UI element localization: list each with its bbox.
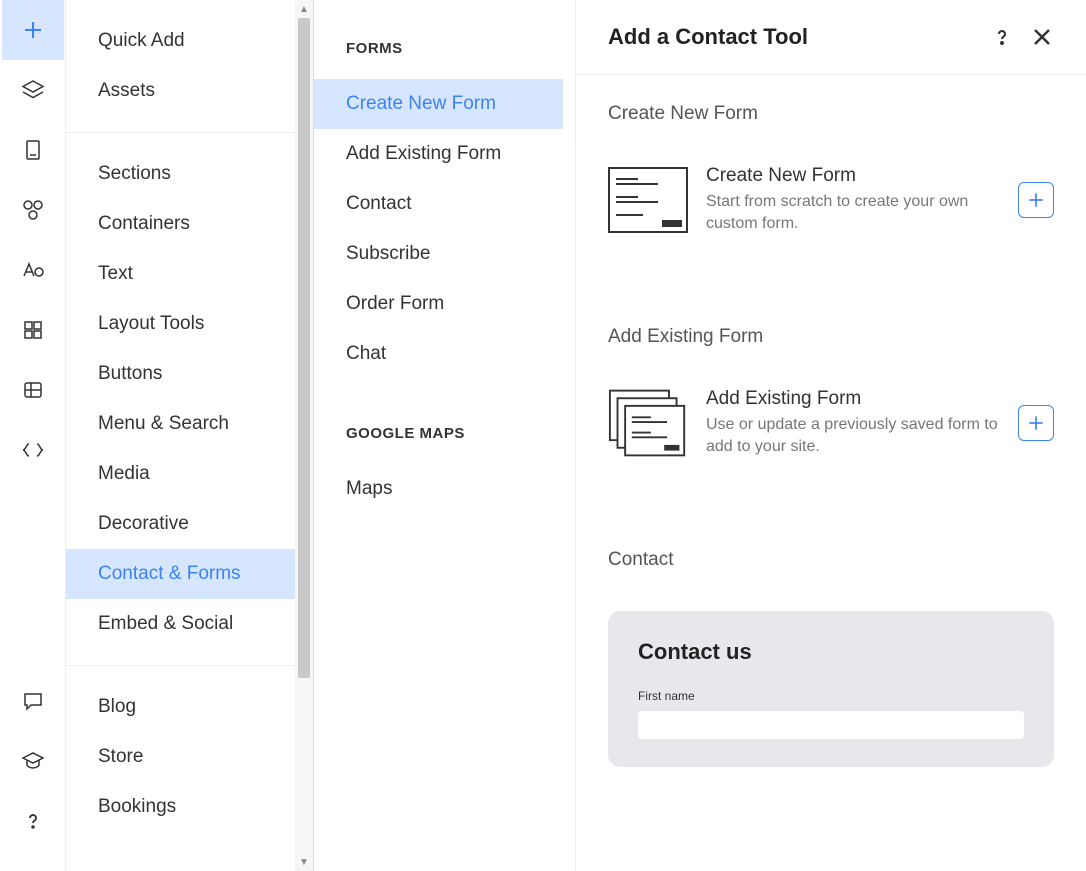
cat-buttons[interactable]: Buttons — [66, 349, 295, 399]
pages-icon[interactable] — [2, 120, 64, 180]
icon-rail — [0, 0, 66, 871]
cat-blog[interactable]: Blog — [66, 682, 295, 732]
main-title: Add a Contact Tool — [608, 24, 990, 50]
cat-bookings[interactable]: Bookings — [66, 782, 295, 832]
help-button-icon[interactable] — [990, 25, 1014, 49]
cat-sections[interactable]: Sections — [66, 149, 295, 199]
theme-icon[interactable] — [2, 180, 64, 240]
main-panel: Add a Contact Tool Create New Form — [576, 0, 1086, 871]
cat-layout-tools[interactable]: Layout Tools — [66, 299, 295, 349]
contact-preview-label: First name — [638, 689, 1024, 703]
contact-preview-title: Contact us — [638, 639, 1024, 665]
sub-chat[interactable]: Chat — [314, 329, 575, 379]
sub-subscribe[interactable]: Subscribe — [314, 229, 575, 279]
icon-rail-top — [0, 0, 65, 480]
sub-contact[interactable]: Contact — [314, 179, 575, 229]
forms-stack-icon — [608, 390, 688, 456]
icon-rail-bottom — [0, 671, 65, 851]
grid-icon[interactable] — [2, 300, 64, 360]
cat-contact-forms[interactable]: Contact & Forms — [66, 549, 295, 599]
sub-heading-forms: FORMS — [346, 40, 575, 57]
close-icon[interactable] — [1030, 25, 1054, 49]
sub-maps[interactable]: Maps — [314, 464, 575, 514]
category-group-2: Sections Containers Text Layout Tools Bu… — [66, 133, 295, 666]
contact-form-preview[interactable]: Contact us First name — [608, 611, 1054, 767]
scrollbar-up-icon[interactable]: ▲ — [295, 0, 313, 18]
add-create-new-form-button[interactable] — [1018, 182, 1054, 218]
contact-preview-first-name-input — [638, 711, 1024, 739]
card-create-new-form: Create New Form Start from scratch to cr… — [608, 165, 1054, 236]
text-style-icon[interactable] — [2, 240, 64, 300]
cat-media[interactable]: Media — [66, 449, 295, 499]
main-body: Create New Form Create New Form Start fr… — [576, 75, 1086, 871]
layers-icon[interactable] — [2, 60, 64, 120]
scrollbar[interactable]: ▲ ▼ — [295, 0, 313, 871]
form-icon — [608, 167, 688, 233]
help-icon[interactable] — [2, 791, 64, 851]
category-group-3: Blog Store Bookings — [66, 666, 295, 848]
cat-assets[interactable]: Assets — [66, 66, 295, 116]
code-icon[interactable] — [2, 420, 64, 480]
card-title: Add Existing Form — [706, 388, 1000, 410]
card-desc: Start from scratch to create your own cu… — [706, 191, 1000, 236]
section-title-contact: Contact — [608, 549, 1054, 571]
add-existing-form-button[interactable] — [1018, 405, 1054, 441]
categories-panel: Quick Add Assets Sections Containers Tex… — [66, 0, 314, 871]
cat-quick-add[interactable]: Quick Add — [66, 16, 295, 66]
scrollbar-thumb[interactable] — [298, 18, 310, 678]
card-add-existing-form: Add Existing Form Use or update a previo… — [608, 388, 1054, 459]
card-desc: Use or update a previously saved form to… — [706, 414, 1000, 459]
sub-add-existing-form[interactable]: Add Existing Form — [314, 129, 575, 179]
sub-heading-maps: GOOGLE MAPS — [346, 425, 575, 442]
add-icon[interactable] — [2, 0, 64, 60]
main-header: Add a Contact Tool — [576, 0, 1086, 75]
cat-text[interactable]: Text — [66, 249, 295, 299]
cat-decorative[interactable]: Decorative — [66, 499, 295, 549]
subcategories-panel: FORMS Create New Form Add Existing Form … — [314, 0, 576, 871]
scrollbar-down-icon[interactable]: ▼ — [295, 853, 313, 871]
table-icon[interactable] — [2, 360, 64, 420]
category-group-1: Quick Add Assets — [66, 0, 295, 133]
cat-menu-search[interactable]: Menu & Search — [66, 399, 295, 449]
chat-icon[interactable] — [2, 671, 64, 731]
cat-store[interactable]: Store — [66, 732, 295, 782]
sub-order-form[interactable]: Order Form — [314, 279, 575, 329]
sub-create-new-form[interactable]: Create New Form — [314, 79, 563, 129]
section-title-create-new: Create New Form — [608, 103, 1054, 125]
card-title: Create New Form — [706, 165, 1000, 187]
section-title-add-existing: Add Existing Form — [608, 326, 1054, 348]
cat-containers[interactable]: Containers — [66, 199, 295, 249]
learn-icon[interactable] — [2, 731, 64, 791]
cat-embed-social[interactable]: Embed & Social — [66, 599, 295, 649]
